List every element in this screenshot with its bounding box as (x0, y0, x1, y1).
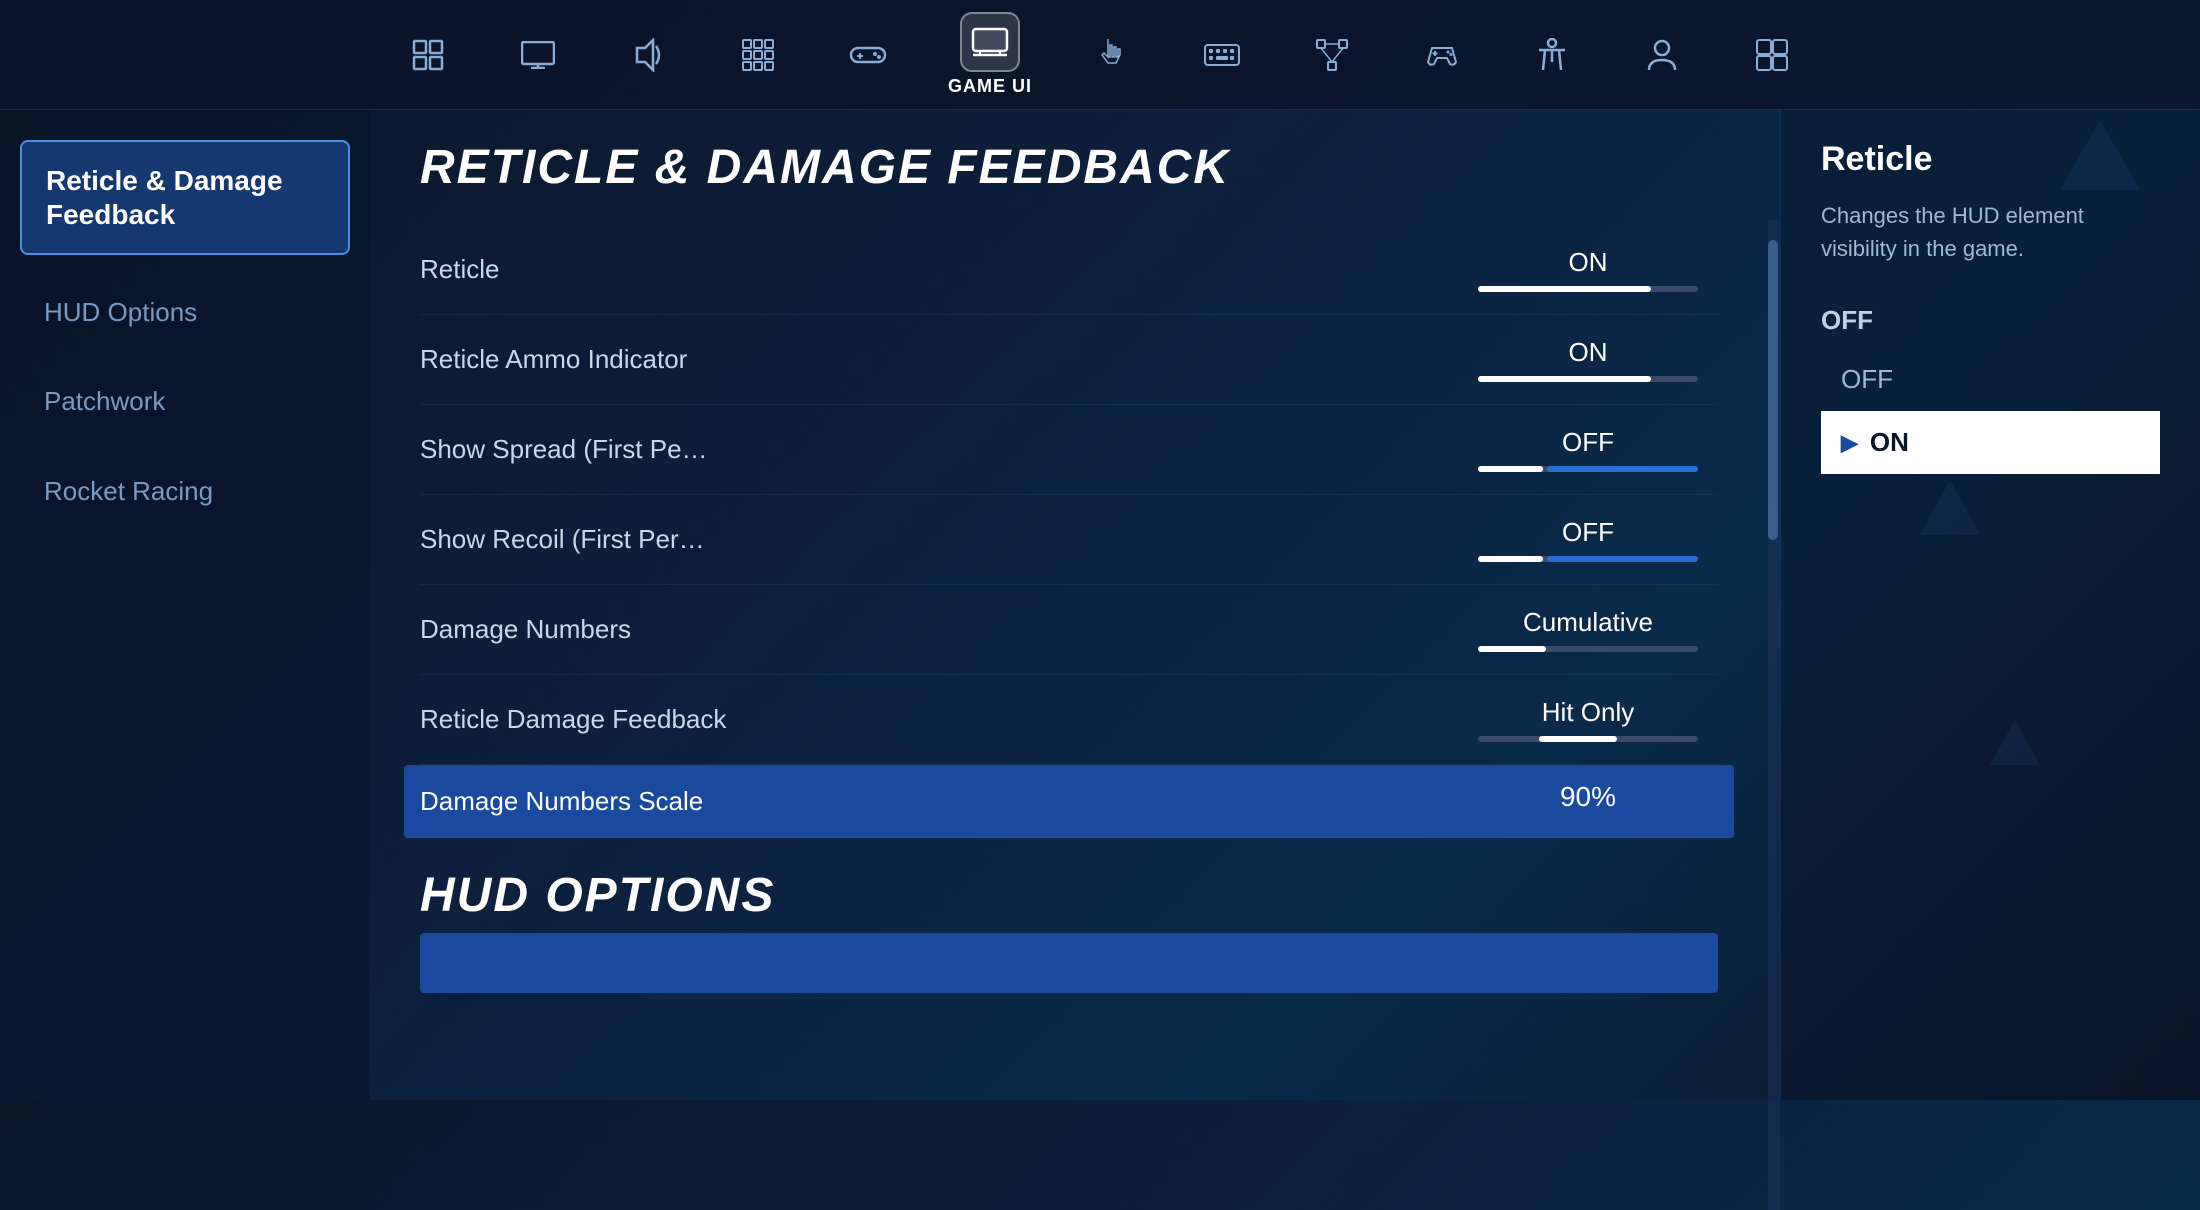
setting-control-show-recoil: OFF (1458, 517, 1718, 562)
nav-item-display[interactable] (508, 25, 568, 85)
sidebar-item-rocket-racing-label: Rocket Racing (44, 476, 326, 507)
gamepad-icon (1412, 25, 1472, 85)
right-panel-description: Changes the HUD element visibility in th… (1821, 199, 2160, 265)
network-icon (1302, 25, 1362, 85)
option-arrow-icon: ▶ (1841, 430, 1858, 456)
sidebar-item-reticle-damage[interactable]: Reticle & DamageFeedback (20, 140, 350, 255)
setting-value-show-spread: OFF (1562, 427, 1614, 458)
setting-value-damage-scale: 90% (1560, 781, 1616, 813)
display-icon (508, 25, 568, 85)
top-navigation: GAME UI (0, 0, 2200, 110)
setting-name-reticle-damage-feedback: Reticle Damage Feedback (420, 704, 1458, 735)
scrollbar[interactable] (1768, 220, 1780, 1210)
setting-control-reticle-ammo: ON (1458, 337, 1718, 382)
nav-icons-row: GAME UI (398, 12, 1802, 97)
settings-list: Reticle ON Reticle Ammo Indicator ON (420, 225, 1718, 838)
setting-value-reticle-ammo: ON (1569, 337, 1608, 368)
hud-section-title: HUD OPTIONS (420, 868, 1718, 923)
nav-item-extra[interactable] (1742, 25, 1802, 85)
game-ui-label: GAME UI (948, 76, 1032, 97)
touch-icon (1082, 25, 1142, 85)
main-layout: Reticle & DamageFeedback HUD Options Pat… (0, 110, 2200, 1100)
option-on-label: ON (1870, 427, 1909, 458)
setting-control-damage-scale: 90% (1458, 781, 1718, 821)
center-content: RETICLE & DAMAGE FEEDBACK Reticle ON (370, 110, 1768, 1100)
option-item-off[interactable]: OFF (1821, 348, 2160, 411)
setting-control-reticle-damage-feedback: Hit Only (1458, 697, 1718, 742)
hud-icon (398, 25, 458, 85)
sidebar-item-reticle-damage-label: Reticle & DamageFeedback (46, 164, 324, 231)
setting-name-reticle: Reticle (420, 254, 1458, 285)
right-panel-title: Reticle (1821, 140, 2160, 179)
nav-item-network[interactable] (1302, 25, 1362, 85)
setting-row-damage-numbers[interactable]: Damage Numbers Cumulative (420, 585, 1718, 675)
setting-row-damage-scale[interactable]: Damage Numbers Scale 90% (404, 765, 1734, 838)
nav-item-layout[interactable] (728, 25, 788, 85)
setting-name-reticle-ammo: Reticle Ammo Indicator (420, 344, 1458, 375)
layout-icon (728, 25, 788, 85)
keyboard-icon (1192, 25, 1252, 85)
slider-reticle[interactable] (1478, 286, 1698, 292)
nav-item-touch[interactable] (1082, 25, 1142, 85)
slider-show-recoil[interactable] (1478, 556, 1698, 562)
setting-name-show-recoil: Show Recoil (First Per… (420, 524, 1458, 555)
nav-item-keyboard[interactable] (1192, 25, 1252, 85)
sidebar-item-rocket-racing[interactable]: Rocket Racing (20, 454, 350, 529)
setting-value-show-recoil: OFF (1562, 517, 1614, 548)
setting-value-reticle-damage-feedback: Hit Only (1542, 697, 1634, 728)
slider-damage-numbers[interactable] (1478, 646, 1698, 652)
nav-item-profile[interactable] (1632, 25, 1692, 85)
setting-name-damage-numbers: Damage Numbers (420, 614, 1458, 645)
controller-icon (838, 25, 898, 85)
setting-name-show-spread: Show Spread (First Pe… (420, 434, 1458, 465)
bottom-bar (420, 933, 1718, 993)
setting-value-reticle: ON (1569, 247, 1608, 278)
sidebar-item-patchwork[interactable]: Patchwork (20, 364, 350, 439)
audio-icon (618, 25, 678, 85)
slider-reticle-damage-feedback[interactable] (1478, 736, 1698, 742)
option-list-label: OFF (1821, 305, 2160, 336)
scroll-thumb[interactable] (1768, 240, 1778, 540)
accessibility-icon (1522, 25, 1582, 85)
sidebar: Reticle & DamageFeedback HUD Options Pat… (0, 110, 370, 1100)
sidebar-item-hud-options[interactable]: HUD Options (20, 275, 350, 350)
setting-value-damage-numbers: Cumulative (1523, 607, 1653, 638)
setting-control-reticle: ON (1458, 247, 1718, 292)
extra-icon (1742, 25, 1802, 85)
game-ui-icon (960, 12, 1020, 72)
nav-item-audio[interactable] (618, 25, 678, 85)
nav-item-game-ui[interactable]: GAME UI (948, 12, 1032, 97)
nav-item-gamepad[interactable] (1412, 25, 1472, 85)
nav-item-controller[interactable] (838, 25, 898, 85)
nav-item-accessibility[interactable] (1522, 25, 1582, 85)
nav-item-hud[interactable] (398, 25, 458, 85)
setting-name-damage-scale: Damage Numbers Scale (420, 786, 1458, 817)
section-title-reticle: RETICLE & DAMAGE FEEDBACK (420, 140, 1718, 195)
setting-row-show-recoil[interactable]: Show Recoil (First Per… OFF (420, 495, 1718, 585)
sidebar-item-hud-options-label: HUD Options (44, 297, 326, 328)
sidebar-item-patchwork-label: Patchwork (44, 386, 326, 417)
right-panel: Reticle Changes the HUD element visibili… (1780, 110, 2200, 1100)
setting-row-reticle-damage-feedback[interactable]: Reticle Damage Feedback Hit Only (420, 675, 1718, 765)
profile-icon (1632, 25, 1692, 85)
slider-reticle-ammo[interactable] (1478, 376, 1698, 382)
setting-control-show-spread: OFF (1458, 427, 1718, 472)
setting-row-reticle-ammo[interactable]: Reticle Ammo Indicator ON (420, 315, 1718, 405)
setting-row-reticle[interactable]: Reticle ON (420, 225, 1718, 315)
option-item-on[interactable]: ▶ ON (1821, 411, 2160, 474)
setting-control-damage-numbers: Cumulative (1458, 607, 1718, 652)
setting-row-show-spread[interactable]: Show Spread (First Pe… OFF (420, 405, 1718, 495)
slider-show-spread[interactable] (1478, 466, 1698, 472)
